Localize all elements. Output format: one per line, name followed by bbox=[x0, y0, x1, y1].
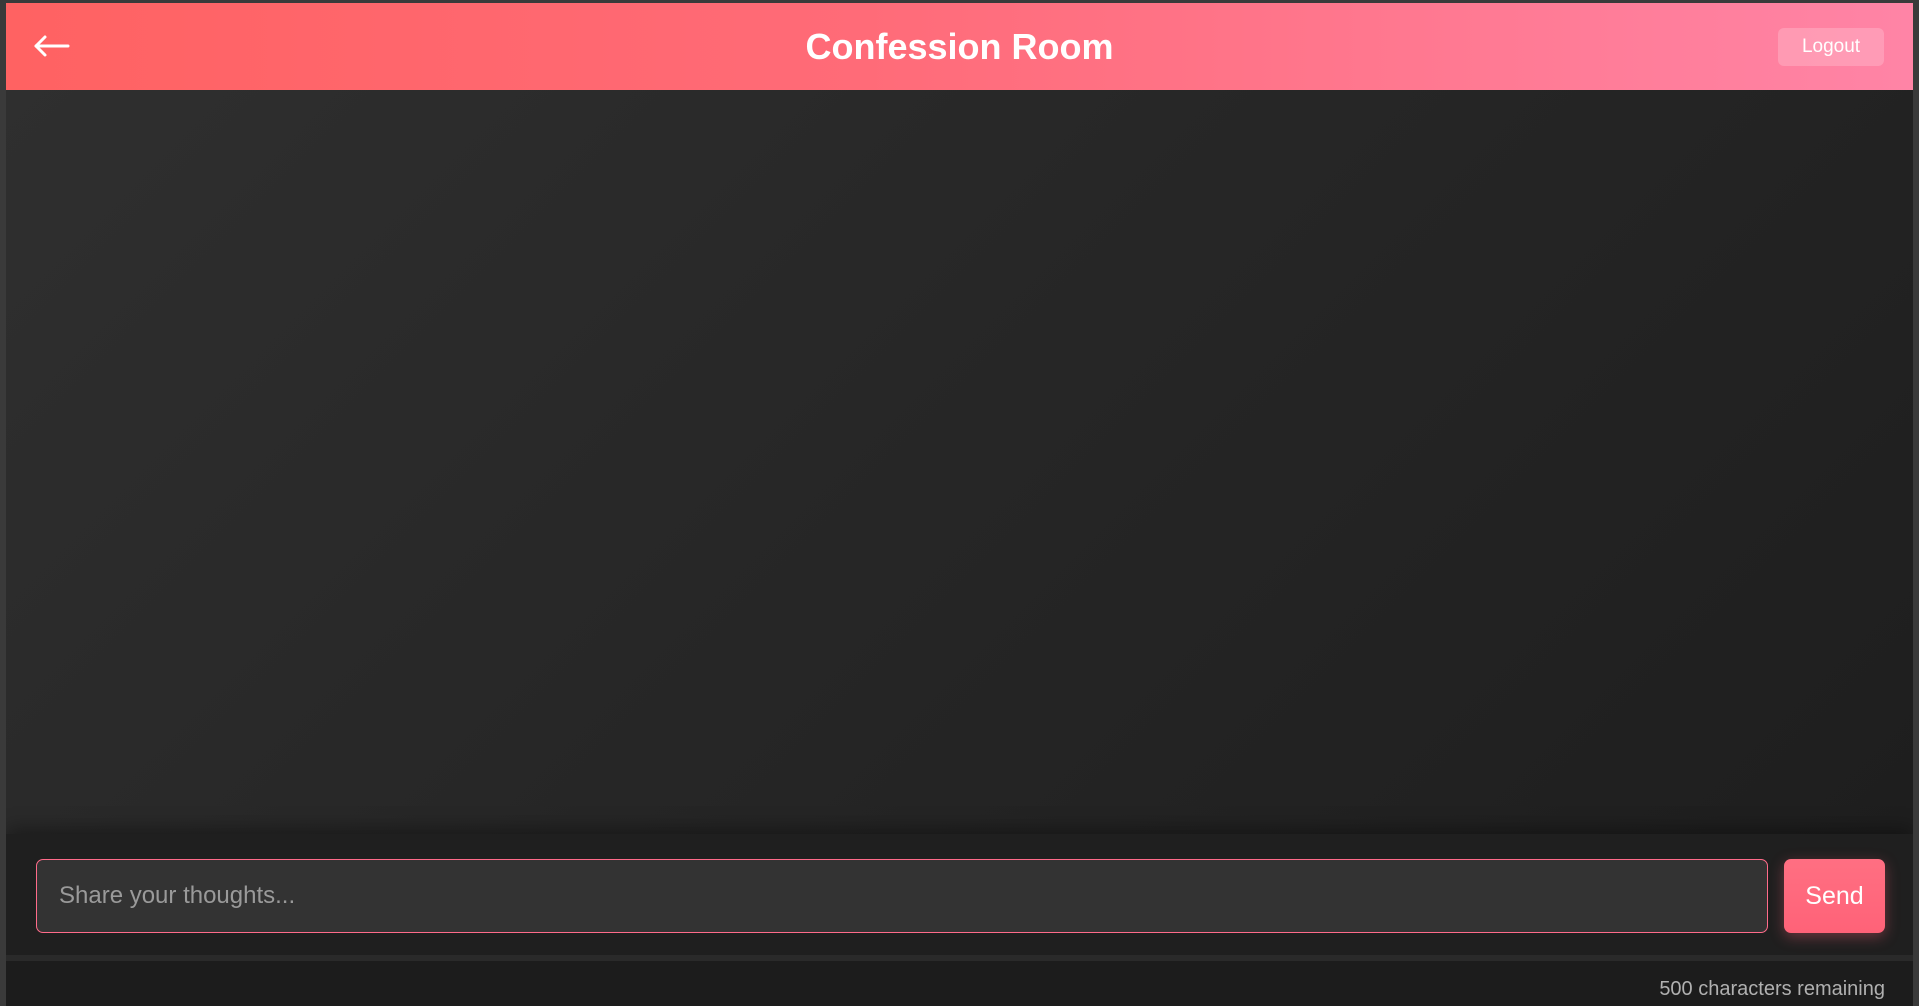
arrow-left-icon bbox=[32, 17, 88, 73]
logout-button[interactable]: Logout bbox=[1778, 28, 1884, 66]
character-counter: 500 characters remaining bbox=[1659, 978, 1885, 1000]
confession-room-app: Confession Room Logout Send 500 characte… bbox=[6, 3, 1913, 1006]
header-bar: Confession Room Logout bbox=[6, 3, 1913, 90]
back-button[interactable] bbox=[32, 17, 88, 73]
footer-bar: 500 characters remaining bbox=[6, 961, 1913, 1006]
message-composer: Send bbox=[6, 834, 1913, 955]
messages-area[interactable] bbox=[6, 90, 1913, 834]
page-title: Confession Room bbox=[805, 26, 1114, 67]
send-button[interactable]: Send bbox=[1784, 859, 1885, 933]
message-input[interactable] bbox=[36, 859, 1768, 933]
